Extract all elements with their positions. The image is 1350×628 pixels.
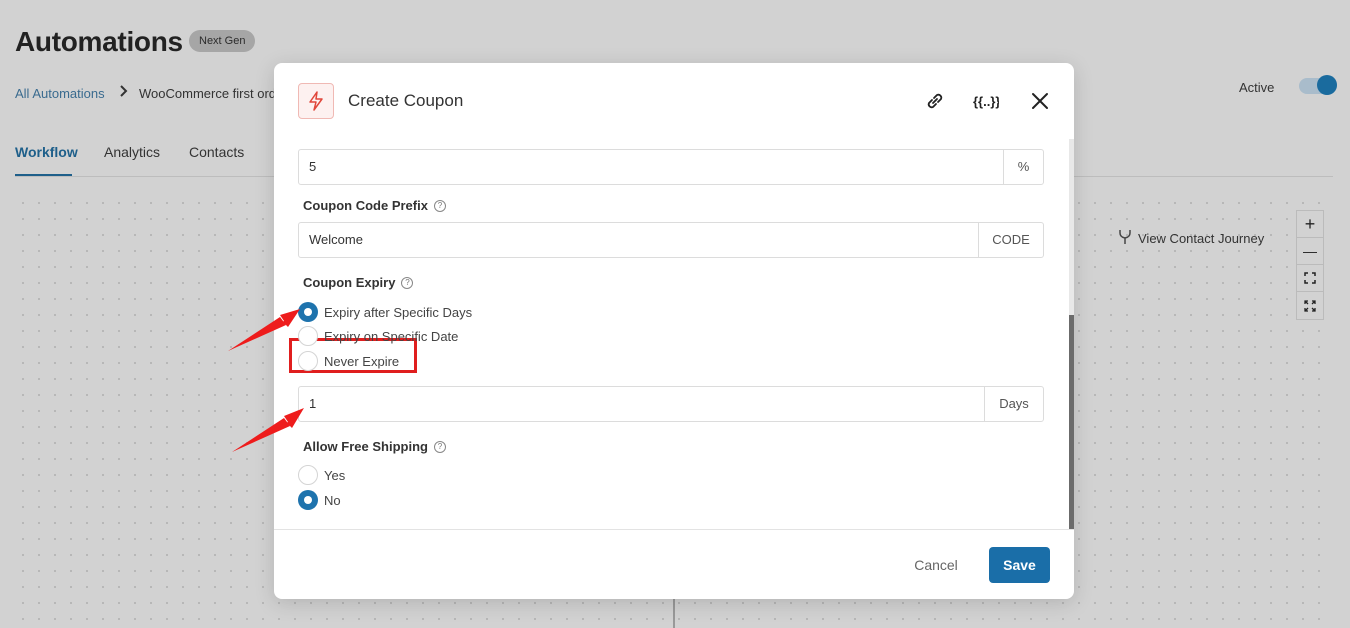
merge-tags-icon: {{..}}	[973, 94, 999, 109]
merge-tags-button[interactable]: {{..}}	[971, 87, 1001, 115]
zoom-in-button[interactable]: +	[1297, 211, 1323, 238]
svg-text:{{..}}: {{..}}	[973, 94, 999, 109]
expiry-days-value: 1	[309, 396, 317, 411]
modal-title: Create Coupon	[348, 91, 464, 110]
expiry-option-label: Expiry after Specific Days	[324, 304, 473, 320]
fullscreen-icon	[1304, 299, 1316, 312]
expiry-option-label: Expiry on Specific Date	[324, 328, 459, 344]
expiry-option-label: Never Expire	[324, 353, 400, 369]
close-icon	[1032, 93, 1048, 109]
coupon-prefix-value: Welcome	[309, 232, 363, 247]
cancel-button[interactable]: Cancel	[900, 547, 972, 583]
coupon-prefix-label: Coupon Code Prefix ?	[303, 198, 446, 213]
annotation-arrow-icon	[232, 408, 304, 452]
link-button[interactable]	[921, 87, 949, 115]
breadcrumb-current: WooCommerce first ord	[139, 86, 277, 101]
save-button[interactable]: Save	[989, 547, 1050, 583]
tab-contacts[interactable]: Contacts	[189, 144, 244, 160]
journey-icon	[1118, 229, 1132, 248]
bolt-icon	[298, 83, 334, 119]
expiry-option-specific-days[interactable]: Expiry after Specific Days	[298, 302, 472, 322]
annotation-arrow-icon	[228, 309, 300, 351]
help-icon[interactable]: ?	[433, 440, 446, 453]
coupon-prefix-field[interactable]: Welcome CODE	[298, 222, 1044, 258]
free-shipping-label: Allow Free Shipping ?	[303, 439, 446, 454]
view-contact-journey-button[interactable]: View Contact Journey	[1118, 229, 1264, 248]
discount-suffix: %	[1003, 150, 1043, 184]
active-toggle[interactable]	[1299, 75, 1337, 95]
view-contact-journey-label: View Contact Journey	[1138, 231, 1265, 246]
toggle-knob	[1317, 75, 1337, 95]
modal-header: Create Coupon {{..}}	[274, 63, 1074, 139]
scrollbar-thumb[interactable]	[1069, 315, 1074, 529]
free-shipping-option-label: No	[324, 492, 341, 508]
radio-checked[interactable]	[298, 490, 318, 510]
expiry-option-never[interactable]: Never Expire	[298, 351, 399, 371]
coupon-prefix-label-text: Coupon Code Prefix	[303, 198, 428, 213]
footer-divider	[274, 529, 1074, 530]
coupon-expiry-label-text: Coupon Expiry	[303, 275, 396, 290]
modal-body[interactable]: 5 % Coupon Code Prefix ? Welcome CODE Co…	[274, 139, 1074, 529]
status-label: Active	[1239, 80, 1275, 95]
next-gen-badge: Next Gen	[189, 30, 256, 52]
free-shipping-no[interactable]: No	[298, 490, 341, 510]
fullscreen-button[interactable]	[1297, 292, 1323, 319]
coupon-expiry-label: Coupon Expiry ?	[303, 275, 414, 290]
breadcrumb-all-automations[interactable]: All Automations	[15, 86, 105, 101]
radio-unchecked[interactable]	[298, 465, 318, 485]
coupon-prefix-suffix: CODE	[978, 223, 1043, 257]
zoom-out-button[interactable]: —	[1297, 238, 1323, 265]
zoom-controls: + —	[1296, 210, 1324, 320]
close-button[interactable]	[1026, 87, 1054, 115]
tab-workflow[interactable]: Workflow	[15, 144, 78, 160]
expiry-days-suffix: Days	[984, 387, 1043, 421]
chevron-right-icon	[119, 84, 129, 101]
help-icon[interactable]: ?	[401, 276, 414, 289]
fit-view-button[interactable]	[1297, 265, 1323, 292]
expiry-option-specific-date[interactable]: Expiry on Specific Date	[298, 326, 458, 346]
fit-view-icon	[1304, 272, 1316, 284]
free-shipping-option-label: Yes	[324, 467, 346, 483]
expiry-days-field[interactable]: 1 Days	[298, 386, 1044, 422]
free-shipping-yes[interactable]: Yes	[298, 465, 345, 485]
free-shipping-label-text: Allow Free Shipping	[303, 439, 428, 454]
tab-analytics[interactable]: Analytics	[104, 144, 160, 160]
page-title: Automations	[15, 26, 183, 57]
create-coupon-modal: Create Coupon {{..}} 5 % Coupon Code Pre…	[274, 63, 1074, 599]
help-icon[interactable]: ?	[433, 199, 446, 212]
discount-amount-value: 5	[309, 159, 317, 174]
workflow-connector-line	[673, 598, 675, 628]
discount-amount-field[interactable]: 5 %	[298, 149, 1044, 185]
link-icon	[927, 93, 943, 109]
